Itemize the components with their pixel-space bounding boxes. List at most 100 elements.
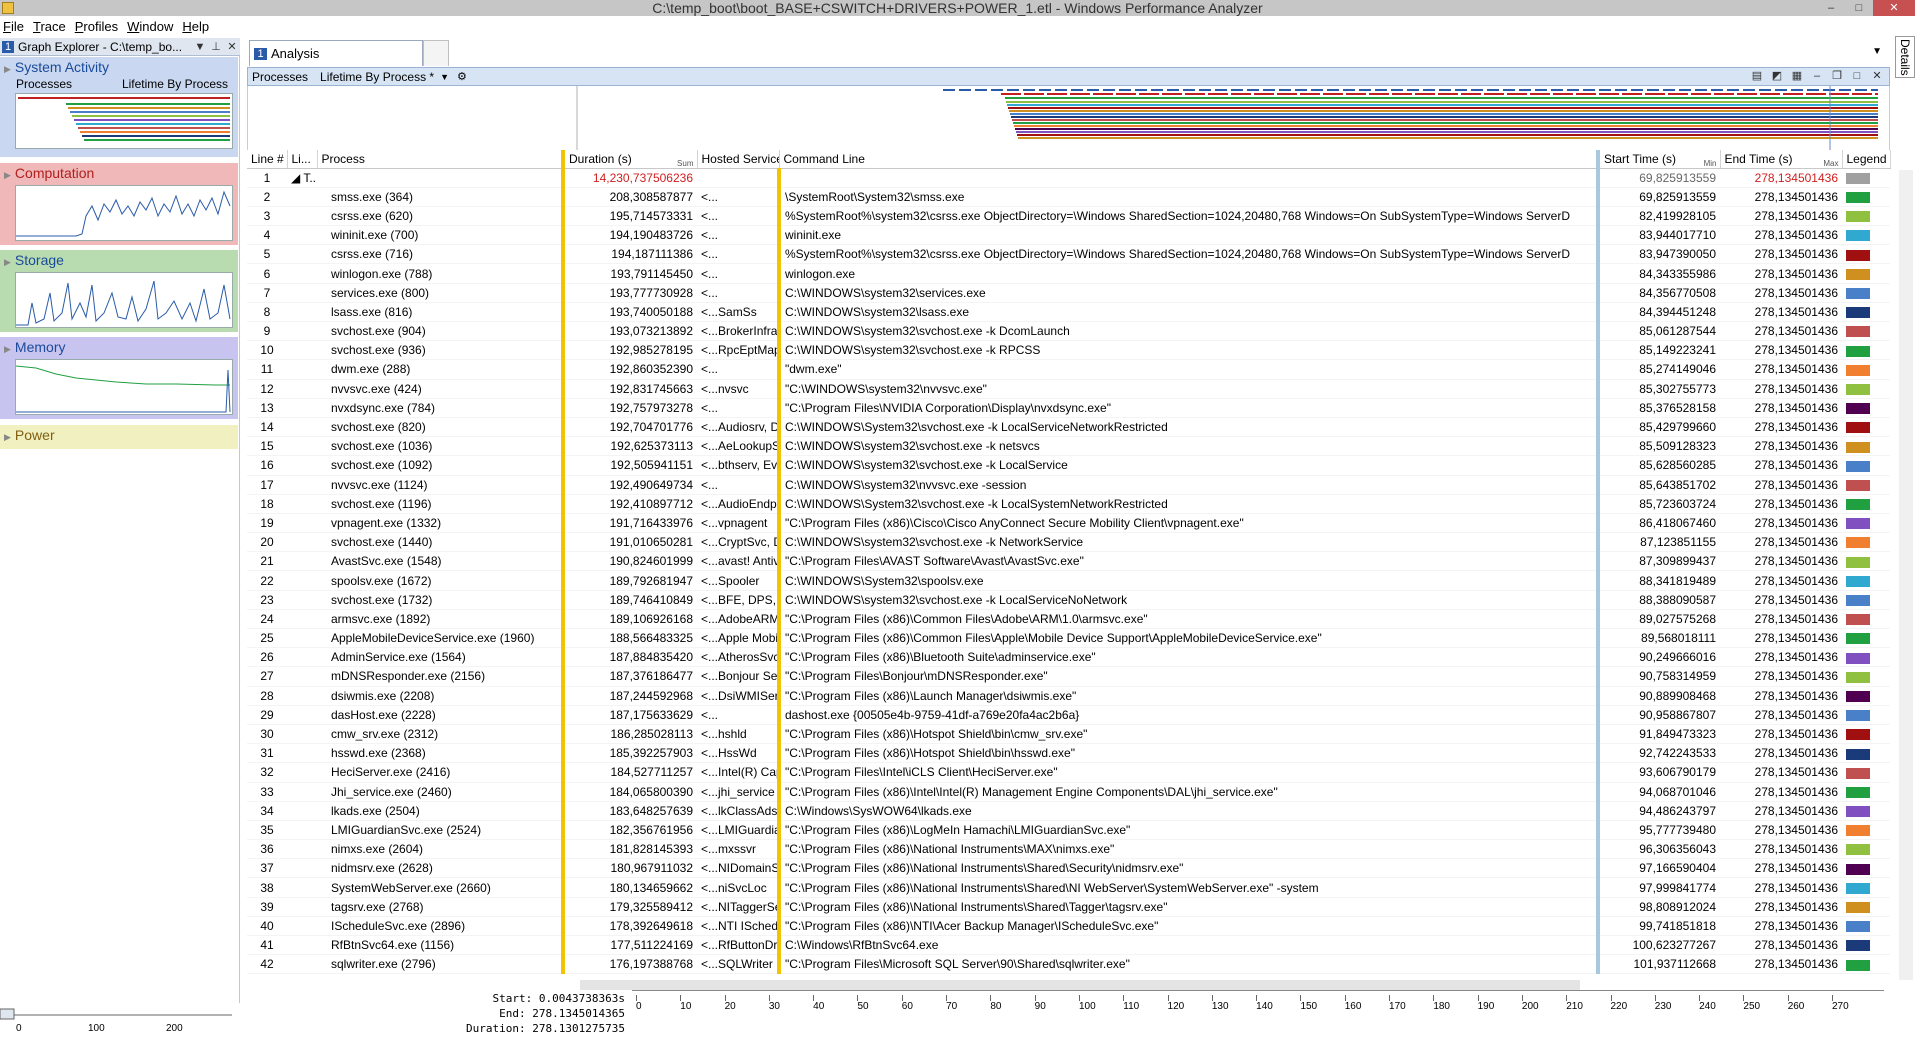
table-row[interactable]: 34 lkads.exe (2504) 183,648257639 <...lkCla… bbox=[247, 801, 1890, 821]
col-header-li[interactable]: Li... bbox=[287, 150, 318, 169]
table-row[interactable]: 25 AppleMobileDeviceService.exe (1960) 188… bbox=[247, 628, 1890, 649]
pin-icon[interactable]: ⊥ bbox=[208, 40, 224, 53]
view-settings-icon[interactable]: ⚙ bbox=[457, 70, 467, 83]
tab-list-dropdown-icon[interactable]: ▼ bbox=[1872, 46, 1882, 57]
close-icon[interactable]: ✕ bbox=[224, 40, 240, 53]
table-row[interactable]: 31 hsswd.exe (2368) 185,392257903 <...HssWd… bbox=[247, 743, 1890, 764]
expand-arrow-icon[interactable]: ▶ bbox=[4, 64, 11, 74]
view-minimize-icon[interactable]: – bbox=[1809, 69, 1825, 84]
chevron-down-icon[interactable]: ▼ bbox=[192, 41, 208, 53]
table-row[interactable]: 27 mDNSResponder.exe (2156) 187,376186477 <… bbox=[247, 666, 1890, 687]
lifetime-graph[interactable] bbox=[247, 86, 1890, 150]
minimize-button[interactable]: – bbox=[1817, 0, 1845, 16]
col-header-line[interactable]: Line # bbox=[247, 150, 288, 169]
col-header-process[interactable]: Process bbox=[317, 150, 564, 169]
close-button[interactable]: ✕ bbox=[1873, 0, 1915, 16]
view-maximize-icon[interactable]: □ bbox=[1849, 69, 1865, 84]
preset-dropdown-arrow-icon[interactable]: ▼ bbox=[440, 72, 449, 82]
col-header-end[interactable]: End Time (s) Max bbox=[1720, 150, 1843, 169]
table-row[interactable]: 3 csrss.exe (620) 195,714573331 <... %System… bbox=[247, 206, 1890, 227]
table-row[interactable]: 10 svchost.exe (936) 192,985278195 <...RpcE… bbox=[247, 340, 1890, 361]
menu-profiles[interactable]: Profiles bbox=[72, 19, 124, 34]
graph-only-icon[interactable]: ◩ bbox=[1769, 69, 1785, 84]
table-row[interactable]: 16 svchost.exe (1092) 192,505941151 <...bth… bbox=[247, 455, 1890, 476]
table-row[interactable]: 40 IScheduleSvc.exe (2896) 178,392649618 <.… bbox=[247, 916, 1890, 937]
cell-li[interactable]: ◢ T... bbox=[287, 168, 317, 188]
preset-dropdown[interactable]: Lifetime By Process * bbox=[320, 70, 434, 84]
col-header-cmd[interactable]: Command Line bbox=[779, 150, 1599, 169]
table-row[interactable]: 35 LMIGuardianSvc.exe (2524) 182,356761956… bbox=[247, 820, 1890, 841]
table-row[interactable]: 19 vpnagent.exe (1332) 191,716433976 <...vp… bbox=[247, 513, 1890, 534]
view-close-icon[interactable]: ✕ bbox=[1869, 69, 1885, 84]
menu-help[interactable]: Help bbox=[179, 19, 215, 34]
category-system-activity[interactable]: ▶ System Activity Processes Lifetime By P… bbox=[0, 57, 238, 157]
col-header-hosted[interactable]: Hosted Services bbox=[697, 150, 780, 169]
table-row[interactable]: 15 svchost.exe (1036) 192,625373113 <...AeL… bbox=[247, 436, 1890, 457]
tab-index: 1 bbox=[254, 47, 267, 60]
table-row[interactable]: 37 nidmsrv.exe (2628) 180,967911032 <...NID… bbox=[247, 858, 1890, 879]
vertical-scrollbar[interactable] bbox=[1899, 170, 1913, 980]
table-row[interactable]: 11 dwm.exe (288) 192,860352390 <... "dwm.exe… bbox=[247, 359, 1890, 380]
maximize-button[interactable]: □ bbox=[1845, 0, 1873, 16]
table-row[interactable]: 14 svchost.exe (820) 192,704701776 <...Audi… bbox=[247, 417, 1890, 438]
expand-arrow-icon[interactable]: ▶ bbox=[4, 170, 11, 180]
category-power[interactable]: ▶ Power bbox=[0, 425, 238, 449]
expand-arrow-icon[interactable]: ▶ bbox=[4, 432, 11, 442]
table-row[interactable]: 30 cmw_srv.exe (2312) 186,285028113 <...hsh… bbox=[247, 724, 1890, 745]
menu-trace[interactable]: Trace bbox=[30, 19, 72, 34]
col-header-legend[interactable]: Legend bbox=[1842, 150, 1891, 169]
storage-thumbnail[interactable] bbox=[15, 272, 233, 328]
expand-arrow-icon[interactable]: ▶ bbox=[4, 257, 11, 267]
table-row[interactable]: 32 HeciServer.exe (2416) 184,527711257 <...… bbox=[247, 762, 1890, 783]
category-label: Power bbox=[14, 427, 55, 443]
table-row[interactable]: 20 svchost.exe (1440) 191,010650281 <...Cry… bbox=[247, 532, 1890, 553]
table-row[interactable]: 2 smss.exe (364) 208,308587877 <... \SystemR… bbox=[247, 187, 1890, 207]
table-row[interactable]: 5 csrss.exe (716) 194,187111386 <... %System… bbox=[247, 244, 1890, 265]
table-row[interactable]: 12 nvvsvc.exe (424) 192,831745663 <...nvsvc… bbox=[247, 379, 1890, 399]
category-storage[interactable]: ▶ Storage bbox=[0, 250, 238, 332]
horizontal-scrollbar[interactable] bbox=[580, 980, 1580, 990]
table-row[interactable]: 21 AvastSvc.exe (1548) 190,824601999 <...av… bbox=[247, 551, 1890, 572]
table-row[interactable]: 41 RfBtnSvc64.exe (1156) 177,511224169 <...… bbox=[247, 935, 1890, 956]
time-axis[interactable]: 0 10 20 30 40 50 60 70 80 90 100 110 120 130 140 150 160… bbox=[632, 990, 1884, 1026]
table-row[interactable]: 18 svchost.exe (1196) 192,410897712 <...Aud… bbox=[247, 494, 1890, 514]
table-row[interactable]: 24 armsvc.exe (1892) 189,106926168 <...Adob… bbox=[247, 609, 1890, 630]
table-row[interactable]: 9 svchost.exe (904) 193,073213892 <...Broke… bbox=[247, 321, 1890, 342]
table-row[interactable]: 7 services.exe (800) 193,777730928 <... C:\W… bbox=[247, 283, 1890, 303]
table-row[interactable]: 36 nimxs.exe (2604) 181,828145393 <...mxssv… bbox=[247, 839, 1890, 860]
table-only-icon[interactable]: ▦ bbox=[1789, 69, 1805, 84]
memory-thumbnail[interactable] bbox=[15, 359, 233, 415]
category-computation[interactable]: ▶ Computation bbox=[0, 163, 238, 245]
menu-window[interactable]: Window bbox=[124, 19, 179, 34]
table-row[interactable]: 23 svchost.exe (1732) 189,746410849 <...BFE… bbox=[247, 590, 1890, 610]
table-row-total[interactable]: 1 ◢ T... 14,230,737506236 69,825913559 2… bbox=[247, 168, 1890, 188]
system-activity-thumbnail[interactable] bbox=[15, 93, 233, 149]
new-tab-button[interactable] bbox=[423, 40, 449, 66]
table-row[interactable]: 38 SystemWebServer.exe (2660) 180,13465966… bbox=[247, 877, 1890, 898]
menu-file[interactable]: File bbox=[0, 19, 30, 34]
table-row[interactable]: 28 dsiwmis.exe (2208) 187,244592968 <...Dsi… bbox=[247, 686, 1890, 706]
table-row[interactable]: 13 nvxdsync.exe (784) 192,757973278 <... "C:… bbox=[247, 398, 1890, 418]
table-row[interactable]: 22 spoolsv.exe (1672) 189,792681947 <...Spo… bbox=[247, 570, 1890, 591]
table-row[interactable]: 6 winlogon.exe (788) 193,791145450 <... winl… bbox=[247, 263, 1890, 284]
table-row[interactable]: 39 tagsrv.exe (2768) 179,325589412 <...NITa… bbox=[247, 897, 1890, 917]
tab-analysis[interactable]: 1 Analysis bbox=[249, 40, 423, 66]
cell-legend bbox=[1842, 302, 1890, 323]
table-row[interactable]: 42 sqlwriter.exe (2796) 176,197388768 <...S… bbox=[247, 954, 1890, 975]
table-row[interactable]: 8 lsass.exe (816) 193,740050188 <...SamSs C:… bbox=[247, 302, 1890, 323]
expand-arrow-icon[interactable]: ▶ bbox=[4, 344, 11, 354]
details-panel-tab[interactable]: Details bbox=[1895, 36, 1915, 78]
cell-li bbox=[287, 359, 317, 380]
table-row[interactable]: 4 wininit.exe (700) 194,190483726 <... winin… bbox=[247, 225, 1890, 246]
table-row[interactable]: 17 nvvsvc.exe (1124) 192,490649734 <... C:\W… bbox=[247, 475, 1890, 495]
col-header-start[interactable]: Start Time (s) Min bbox=[1596, 150, 1721, 169]
computation-thumbnail[interactable] bbox=[15, 185, 233, 241]
table-row[interactable]: 29 dasHost.exe (2228) 187,175633629 <... das… bbox=[247, 705, 1890, 725]
graph-table-toggle-icon[interactable]: ▤ bbox=[1749, 69, 1765, 84]
view-restore-icon[interactable]: ❐ bbox=[1829, 69, 1845, 84]
category-memory[interactable]: ▶ Memory bbox=[0, 337, 238, 419]
table-row[interactable]: 26 AdminService.exe (1564) 187,884835420 <.… bbox=[247, 647, 1890, 668]
table-row[interactable]: 33 Jhi_service.exe (2460) 184,065800390 <..… bbox=[247, 782, 1890, 802]
col-header-duration[interactable]: Duration (s) Sum bbox=[561, 150, 698, 169]
cell-end: 278,134501436 bbox=[1720, 590, 1842, 610]
